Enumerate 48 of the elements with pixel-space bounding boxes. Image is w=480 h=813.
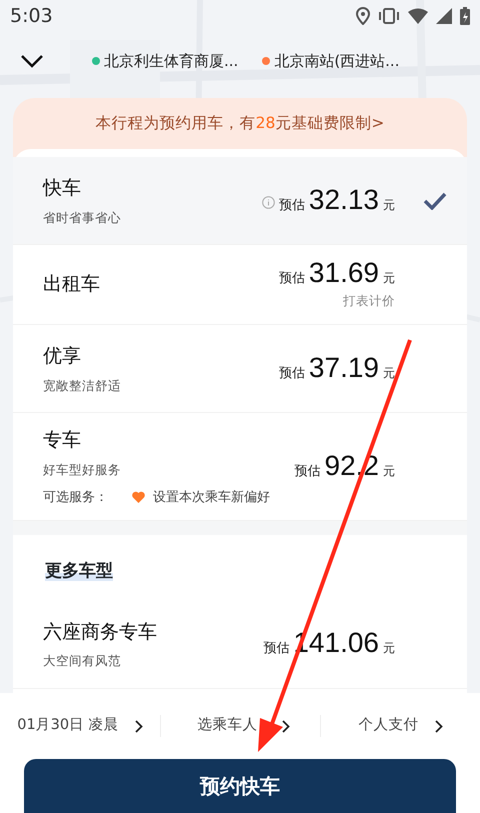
chevron-right-icon[interactable] xyxy=(434,720,442,732)
currency-unit: 元 xyxy=(383,270,395,286)
car-type-slogan: 大空间有风范 xyxy=(43,652,122,670)
vibrate-icon xyxy=(378,8,400,24)
signal-icon xyxy=(436,8,452,24)
wifi-icon xyxy=(408,8,428,24)
estimate-label: 预估 xyxy=(278,364,305,383)
booking-notice[interactable]: 本行程为预约用车，有28元基础费限制> xyxy=(96,112,384,136)
heart-icon xyxy=(132,491,145,504)
option-selector[interactable]: 01月30日 凌晨 xyxy=(17,715,119,737)
check-icon xyxy=(423,192,447,210)
option-selector[interactable]: 选乘车人 xyxy=(198,715,258,737)
fare-price: 31.69 xyxy=(308,258,379,286)
chevron-right-icon[interactable] xyxy=(282,720,290,732)
currency-unit: 元 xyxy=(383,364,395,382)
origin-address[interactable]: 北京利生体育商厦... xyxy=(104,50,238,72)
section-heading: 更多车型 xyxy=(45,561,113,582)
fare-price: 32.13 xyxy=(308,186,379,214)
car-type-name: 优享 xyxy=(43,344,82,369)
currency-unit: 元 xyxy=(383,640,395,658)
chevron-right-icon[interactable] xyxy=(134,720,143,732)
fare-price: 37.19 xyxy=(308,354,379,382)
car-type-name: 六座商务专车 xyxy=(43,620,158,644)
collapse-chevron-icon[interactable] xyxy=(20,54,44,68)
car-type-slogan: 省时省事省心 xyxy=(43,208,122,226)
currency-unit: 元 xyxy=(383,196,395,214)
car-type-name: 出租车 xyxy=(43,272,101,298)
car-option-row[interactable]: 快车 省时省事省心 预估 32.13 元 xyxy=(13,157,467,246)
service-preference-link[interactable]: 设置本次乘车新偏好 xyxy=(153,488,270,507)
currency-unit: 元 xyxy=(383,462,395,480)
destination-address[interactable]: 北京南站(西进站... xyxy=(274,50,400,72)
status-time: 5:03 xyxy=(10,4,53,29)
car-type-name: 专车 xyxy=(43,428,82,454)
car-option-row[interactable]: 出租车 预估 31.69 元 打表计价 xyxy=(13,245,467,326)
estimate-label: 预估 xyxy=(278,196,305,215)
battery-icon xyxy=(460,7,470,25)
estimate-label: 预估 xyxy=(263,640,290,658)
book-ride-button[interactable]: 预约快车 xyxy=(24,759,456,813)
car-type-slogan: 好车型好服务 xyxy=(43,460,122,479)
car-type-slogan: 宽敞整洁舒适 xyxy=(43,376,122,394)
car-option-row[interactable]: 优享 宽敞整洁舒适 预估 37.19 元 xyxy=(13,325,467,414)
service-label: 可选服务： xyxy=(43,488,108,506)
location-icon xyxy=(356,7,370,25)
option-selector[interactable]: 个人支付 xyxy=(358,715,418,737)
fare-note: 打表计价 xyxy=(342,292,395,310)
car-type-name: 快车 xyxy=(43,176,82,201)
estimate-label: 预估 xyxy=(294,462,320,481)
estimate-label: 预估 xyxy=(278,270,305,288)
